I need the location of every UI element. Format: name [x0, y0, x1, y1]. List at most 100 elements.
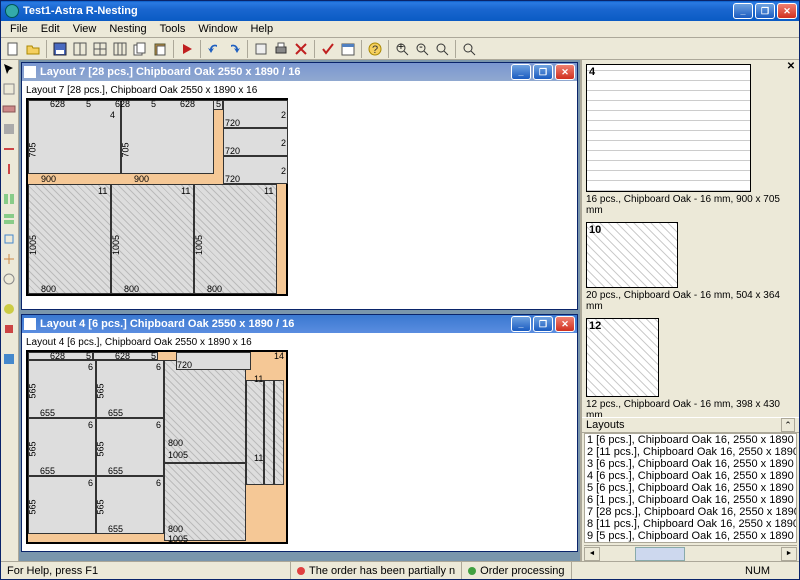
layout-item[interactable]: 4 [6 pcs.], Chipboard Oak 16, 2550 x 189… — [585, 470, 796, 482]
dim: 705 — [121, 142, 131, 157]
dim: 800 — [124, 284, 139, 294]
child1-titlebar[interactable]: Layout 7 [28 pcs.] Chipboard Oak 2550 x … — [22, 63, 577, 81]
menu-view[interactable]: View — [67, 22, 103, 36]
dim: 6 — [88, 420, 93, 430]
status-proc: Order processing — [462, 562, 571, 579]
close-button[interactable]: ✕ — [777, 3, 797, 19]
menu-help[interactable]: Help — [244, 22, 279, 36]
child2-max[interactable]: ❐ — [533, 316, 553, 332]
menu-tools[interactable]: Tools — [154, 22, 192, 36]
svg-text:+: + — [398, 42, 404, 53]
check-icon[interactable] — [318, 39, 338, 59]
collapse-icon[interactable]: ⌃ — [781, 418, 795, 432]
zoomfit-icon[interactable] — [432, 39, 452, 59]
part-preview-4[interactable]: 4 — [586, 64, 751, 192]
status-help: For Help, press F1 — [1, 562, 291, 579]
dim: 1005 — [111, 235, 121, 255]
layout-item[interactable]: 1 [6 pcs.], Chipboard Oak 16, 2550 x 189… — [585, 434, 796, 446]
child2-titlebar[interactable]: Layout 4 [6 pcs.] Chipboard Oak 2550 x 1… — [22, 315, 577, 333]
child1-min[interactable]: _ — [511, 64, 531, 80]
scroll-left-icon[interactable]: ◄ — [584, 547, 600, 561]
menu-file[interactable]: File — [4, 22, 34, 36]
redo-icon[interactable] — [224, 39, 244, 59]
left-toolbar — [1, 60, 19, 561]
dim: 720 — [225, 118, 240, 128]
child1-close[interactable]: ✕ — [555, 64, 575, 80]
grid3-icon[interactable] — [110, 39, 130, 59]
tool7-icon[interactable] — [2, 192, 18, 208]
zoomarea-icon[interactable] — [459, 39, 479, 59]
maximize-button[interactable]: ❐ — [755, 3, 775, 19]
part-preview-12[interactable]: 12 — [586, 318, 659, 397]
layout-item[interactable]: 9 [5 pcs.], Chipboard Oak 16, 2550 x 189… — [585, 530, 796, 542]
calendar-icon[interactable] — [338, 39, 358, 59]
dim: 6 — [156, 420, 161, 430]
undo-icon[interactable] — [204, 39, 224, 59]
new-icon[interactable] — [3, 39, 23, 59]
sheet-4[interactable]: 628 5 628 5 720 14 11 6 6 6 6 6 — [26, 350, 288, 544]
open-icon[interactable] — [23, 39, 43, 59]
tool12-icon[interactable] — [2, 302, 18, 318]
paste-icon[interactable] — [150, 39, 170, 59]
dim: 11 — [254, 374, 263, 384]
tool4-icon[interactable] — [2, 122, 18, 138]
sheet-icon[interactable] — [251, 39, 271, 59]
layout-item[interactable]: 5 [6 pcs.], Chipboard Oak 16, 2550 x 189… — [585, 482, 796, 494]
dim: 1005 — [28, 235, 38, 255]
dim: 628 — [180, 99, 195, 109]
dim: 11 — [254, 453, 263, 463]
child2-min[interactable]: _ — [511, 316, 531, 332]
dim: 565 — [28, 441, 38, 456]
tool9-icon[interactable] — [2, 232, 18, 248]
tool14-icon[interactable] — [2, 352, 18, 368]
sheet-7[interactable]: 628 5 628 5 628 5 4 2 2 2 720 720 — [26, 98, 288, 296]
child1-max[interactable]: ❐ — [533, 64, 553, 80]
tool6-icon[interactable] — [2, 162, 18, 178]
layout-item[interactable]: 7 [28 pcs.], Chipboard Oak 16, 2550 x 18… — [585, 506, 796, 518]
child2-close[interactable]: ✕ — [555, 316, 575, 332]
menu-window[interactable]: Window — [192, 22, 243, 36]
layout-item[interactable]: 2 [11 pcs.], Chipboard Oak 16, 2550 x 18… — [585, 446, 796, 458]
layout-item[interactable]: 6 [1 pcs.], Chipboard Oak 16, 2550 x 189… — [585, 494, 796, 506]
tool10-icon[interactable] — [2, 252, 18, 268]
tool5-icon[interactable] — [2, 142, 18, 158]
zoomout-icon[interactable]: - — [412, 39, 432, 59]
tool8-icon[interactable] — [2, 212, 18, 228]
menu-nesting[interactable]: Nesting — [103, 22, 152, 36]
scroll-thumb[interactable] — [635, 547, 685, 561]
layout-item[interactable]: 8 [11 pcs.], Chipboard Oak 16, 2550 x 18… — [585, 518, 796, 530]
tool13-icon[interactable] — [2, 322, 18, 338]
dim: 800 — [168, 524, 183, 534]
zoomin-icon[interactable]: + — [392, 39, 412, 59]
run-icon[interactable] — [177, 39, 197, 59]
dim: 705 — [28, 142, 38, 157]
minimize-button[interactable]: _ — [733, 3, 753, 19]
layouts-hscroll[interactable]: ◄ ► — [584, 545, 797, 561]
part-caption: 12 pcs., Chipboard Oak - 16 mm, 398 x 43… — [586, 399, 795, 417]
tool2-icon[interactable] — [2, 82, 18, 98]
menu-edit[interactable]: Edit — [35, 22, 66, 36]
tool3-icon[interactable] — [2, 102, 18, 118]
pointer-icon[interactable] — [2, 62, 18, 78]
dim: 2 — [281, 110, 286, 120]
help-icon[interactable]: ? — [365, 39, 385, 59]
delete-icon[interactable] — [291, 39, 311, 59]
dim: 5 — [86, 351, 91, 361]
part-num: 12 — [589, 320, 601, 332]
tool11-icon[interactable] — [2, 272, 18, 288]
scroll-right-icon[interactable]: ► — [781, 547, 797, 561]
dim: 655 — [108, 466, 123, 476]
grid1-icon[interactable] — [70, 39, 90, 59]
save-icon[interactable] — [50, 39, 70, 59]
print-icon[interactable] — [271, 39, 291, 59]
doc-icon — [24, 66, 36, 78]
panel-close-icon[interactable]: ✕ — [785, 60, 797, 72]
dim: 720 — [225, 174, 240, 184]
dim: 655 — [108, 524, 123, 534]
layout-item[interactable]: 3 [6 pcs.], Chipboard Oak 16, 2550 x 189… — [585, 458, 796, 470]
grid2-icon[interactable] — [90, 39, 110, 59]
part-preview-10[interactable]: 10 — [586, 222, 678, 288]
dim: 4 — [110, 110, 115, 120]
copy-icon[interactable] — [130, 39, 150, 59]
layouts-list[interactable]: 1 [6 pcs.], Chipboard Oak 16, 2550 x 189… — [584, 433, 797, 543]
